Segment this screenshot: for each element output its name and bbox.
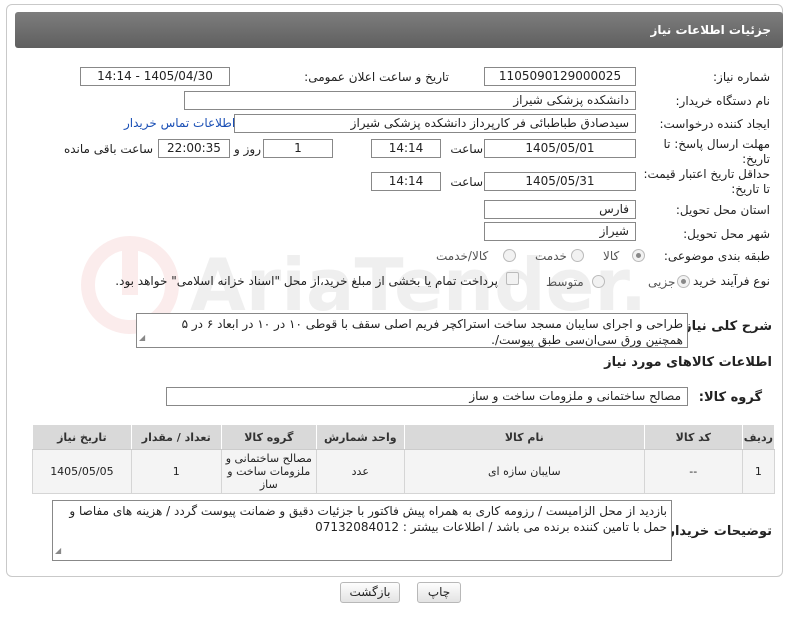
cell-unit: عدد bbox=[315, 449, 405, 494]
validity-time-label: ساعت bbox=[450, 175, 483, 189]
reply-time-label: ساعت bbox=[450, 142, 483, 156]
remaining-time-field: 22:00:35 bbox=[158, 139, 230, 158]
resize-handle-icon[interactable]: ◢ bbox=[55, 543, 61, 559]
requester-label: ایجاد کننده درخواست: bbox=[659, 117, 770, 131]
cell-code: -- bbox=[643, 449, 743, 494]
col-qty: تعداد / مقدار bbox=[130, 424, 222, 450]
process-partial-label: جزیی bbox=[648, 275, 676, 289]
category-service-label: خدمت bbox=[535, 249, 567, 263]
category-both-label: کالا/خدمت bbox=[436, 249, 489, 263]
buyer-notes-textarea[interactable]: بازدید از محل الزامیست / رزومه کاری به ه… bbox=[52, 500, 672, 561]
buyer-org-label: نام دستگاه خریدار: bbox=[675, 94, 771, 108]
province-label: استان محل تحویل: bbox=[675, 203, 770, 217]
description-textarea[interactable]: طراحی و اجرای سایبان مسجد ساخت استراکچر … bbox=[136, 313, 688, 348]
goods-group-field: مصالح ساختمانی و ملزومات ساخت و ساز bbox=[166, 387, 688, 406]
category-goods-label: کالا bbox=[603, 249, 620, 263]
city-field: شیراز bbox=[484, 222, 636, 241]
goods-table: ردیف کد کالا نام کالا واحد شمارش گروه کا… bbox=[32, 424, 776, 494]
col-unit: واحد شمارش bbox=[315, 424, 405, 450]
goods-group-label: گروه کالا: bbox=[698, 390, 762, 405]
col-code: کد کالا bbox=[643, 424, 743, 450]
remaining-days-field: 1 bbox=[263, 139, 333, 158]
need-number-label: شماره نیاز: bbox=[713, 70, 770, 84]
reply-date-field: 1405/05/01 bbox=[484, 139, 636, 158]
cell-qty: 1 bbox=[130, 449, 222, 494]
process-medium-label: متوسط bbox=[546, 275, 584, 289]
validity-time-field: 14:14 bbox=[371, 172, 441, 191]
cell-name: سایبان سازه ای bbox=[403, 449, 645, 494]
need-number-field: 1105090129000025 bbox=[484, 67, 636, 86]
category-service-radio[interactable] bbox=[571, 249, 584, 262]
process-partial-radio[interactable] bbox=[677, 275, 690, 288]
print-button[interactable]: چاپ bbox=[417, 582, 461, 603]
col-date: تاریخ نیاز bbox=[32, 424, 132, 450]
process-label: نوع فرآیند خرید : bbox=[685, 274, 770, 288]
buyer-contact-link[interactable]: اطلاعات تماس خریدار bbox=[124, 116, 235, 130]
category-both-radio[interactable] bbox=[503, 249, 516, 262]
panel-header: جزئیات اطلاعات نیاز bbox=[15, 12, 783, 48]
process-medium-radio[interactable] bbox=[592, 275, 605, 288]
province-field: فارس bbox=[484, 200, 636, 219]
buyer-notes-text: بازدید از محل الزامیست / رزومه کاری به ه… bbox=[69, 504, 667, 534]
category-goods-radio[interactable] bbox=[632, 249, 645, 262]
col-name: نام کالا bbox=[403, 424, 645, 450]
treasury-payment-note: پرداخت تمام یا بخشی از مبلغ خرید،از محل … bbox=[115, 274, 498, 288]
remaining-label: ساعت باقی مانده bbox=[63, 142, 153, 156]
description-label: شرح کلی نیاز: bbox=[678, 319, 772, 334]
announce-date-field: 1405/04/30 - 14:14 bbox=[80, 67, 230, 86]
page-title: جزئیات اطلاعات نیاز bbox=[650, 23, 771, 37]
back-button[interactable]: بازگشت bbox=[340, 582, 400, 603]
goods-section-title: اطلاعات کالاهای مورد نیاز bbox=[604, 355, 772, 370]
table-row: 1 -- سایبان سازه ای عدد مصالح ساختمانی و… bbox=[32, 449, 776, 494]
cell-row: 1 bbox=[741, 449, 776, 494]
reply-time-field: 14:14 bbox=[371, 139, 441, 158]
city-label: شهر محل تحویل: bbox=[683, 227, 770, 241]
resize-handle-icon[interactable]: ◢ bbox=[139, 330, 145, 346]
cell-group: مصالح ساختمانی و ملزومات ساخت و ساز bbox=[220, 449, 317, 494]
buyer-notes-label: توضیحات خریدار: bbox=[662, 524, 772, 539]
cell-date: 1405/05/05 bbox=[32, 449, 132, 494]
buyer-org-field: دانشکده پزشکی شیراز bbox=[184, 91, 636, 110]
description-text: طراحی و اجرای سایبان مسجد ساخت استراکچر … bbox=[181, 317, 683, 347]
price-validity-label: حداقل تاریخ اعتبار قیمت: تا تاریخ: bbox=[643, 167, 770, 196]
validity-date-field: 1405/05/31 bbox=[484, 172, 636, 191]
treasury-payment-checkbox[interactable] bbox=[506, 272, 519, 285]
col-group: گروه کالا bbox=[220, 424, 317, 450]
announce-date-label: تاریخ و ساعت اعلان عمومی: bbox=[304, 70, 449, 84]
category-label: طبقه بندی موضوعی: bbox=[663, 249, 770, 263]
reply-deadline-label: مهلت ارسال پاسخ: تا تاریخ: bbox=[663, 137, 770, 166]
requester-field: سیدصادق طباطبائی فر کارپرداز دانشکده پزش… bbox=[234, 114, 636, 133]
day-and-label: روز و bbox=[234, 142, 261, 156]
col-row: ردیف bbox=[741, 424, 776, 450]
